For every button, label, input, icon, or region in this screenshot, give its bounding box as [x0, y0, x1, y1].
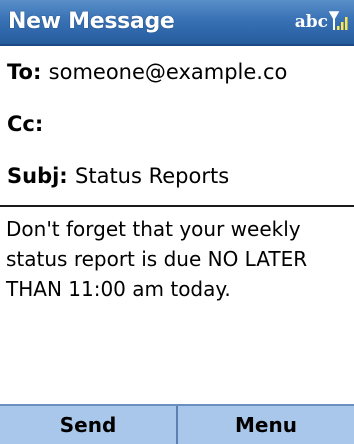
header-body-divider — [0, 205, 354, 207]
to-field[interactable]: To: someone@example.co — [0, 47, 354, 97]
input-mode-indicator: abc — [294, 12, 328, 32]
subject-input[interactable]: Status Reports — [75, 164, 229, 188]
to-input[interactable]: someone@example.co — [49, 60, 288, 84]
to-label: To: — [7, 60, 49, 84]
menu-softkey[interactable]: Menu — [178, 406, 354, 444]
signal-strength-icon — [329, 11, 348, 30]
title-bar: New Message abc — [0, 0, 354, 46]
screen-title: New Message — [8, 9, 175, 34]
message-body-area[interactable]: Don't forget that your weekly status rep… — [0, 208, 354, 404]
subject-label: Subj: — [7, 164, 76, 188]
cc-field[interactable]: Cc: — [0, 99, 354, 149]
subject-field[interactable]: Subj: Status Reports — [0, 151, 354, 205]
softkey-bar: Send Menu — [0, 404, 354, 444]
cc-label: Cc: — [7, 112, 44, 136]
new-message-screen: New Message abc To: someone@example.co C… — [0, 0, 354, 444]
message-body[interactable]: Don't forget that your weekly status rep… — [6, 214, 348, 304]
send-softkey[interactable]: Send — [0, 406, 176, 444]
